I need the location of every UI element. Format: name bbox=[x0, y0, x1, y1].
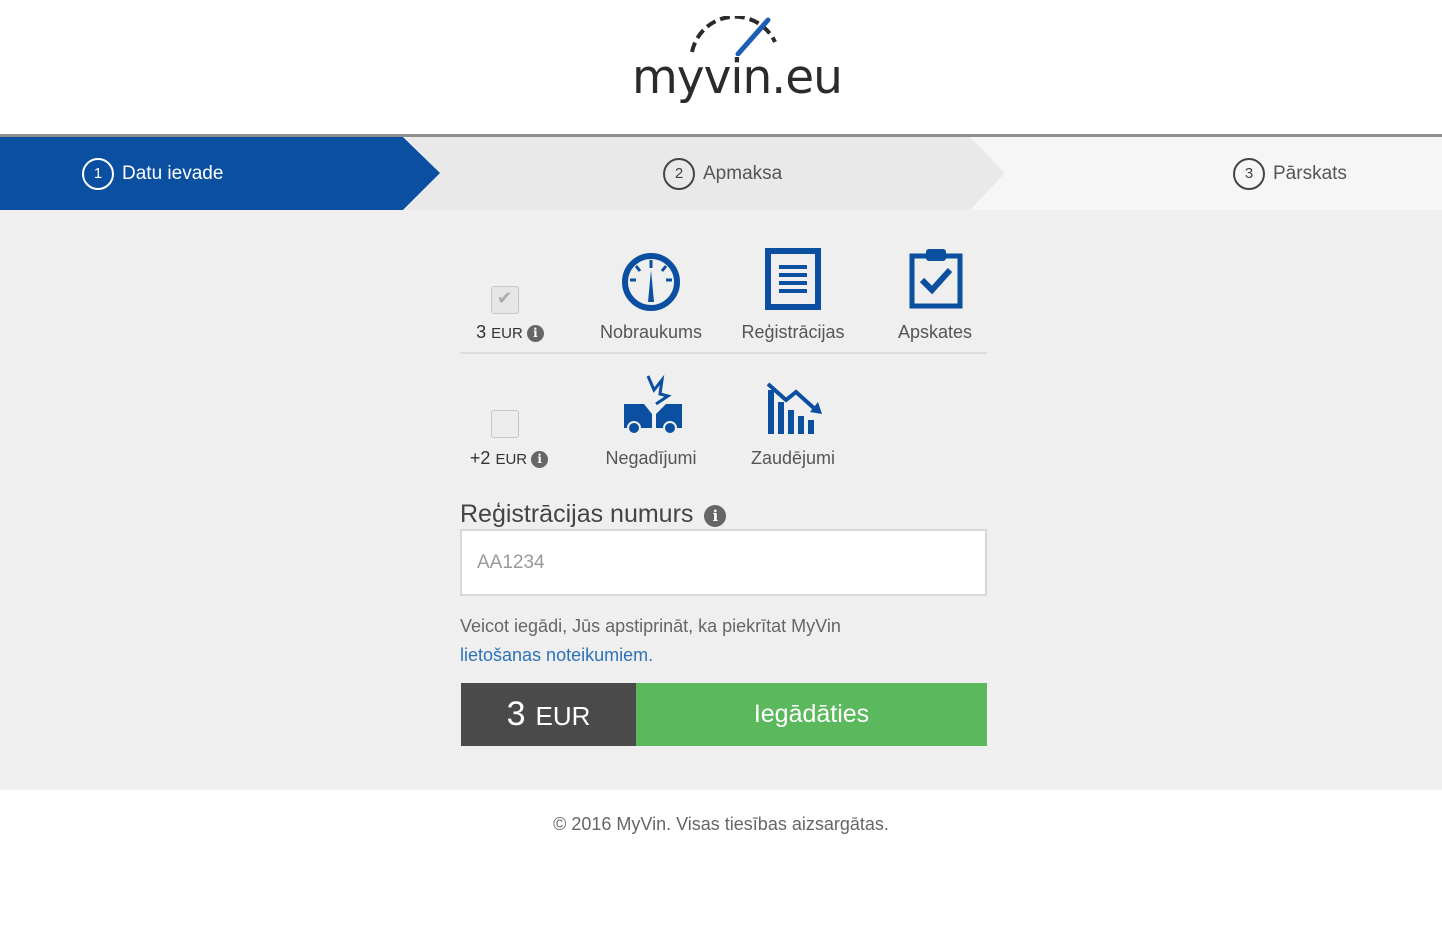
basic-package-checkbox[interactable]: ✔ bbox=[491, 286, 519, 314]
feature-label: Nobraukums bbox=[599, 322, 703, 342]
site-footer: © 2016 MyVin. Visas tiesības aizsargātas… bbox=[0, 790, 1442, 946]
order-form-area: ✔ 3 EUR i Nobraukums Reģistrācijas Apska… bbox=[0, 210, 1442, 790]
feature-accidents: Negadījumi bbox=[580, 370, 722, 480]
feature-damages: Zaudējumi bbox=[722, 370, 864, 480]
basic-package-select: ✔ 3 EUR i bbox=[460, 242, 560, 352]
checkout-steps: 1 Datu ievade 2 Apmaksa 3 Pārskats bbox=[0, 134, 1442, 210]
feature-mileage: Nobraukums bbox=[580, 242, 722, 352]
buy-button[interactable]: Iegādāties bbox=[636, 683, 987, 746]
extra-price-value: +2 bbox=[469, 448, 491, 468]
extra-package-checkbox[interactable] bbox=[491, 410, 519, 438]
basic-package-price: 3 EUR i bbox=[470, 322, 550, 343]
speedometer-icon bbox=[622, 253, 680, 311]
extra-package-row: +2 EUR i Negadījumi Zaudējumi bbox=[460, 370, 987, 480]
feature-registrations: Reģistrācijas bbox=[722, 242, 864, 352]
copyright-text: © 2016 MyVin. Visas tiesības aizsargātas… bbox=[553, 814, 889, 834]
clipboard-check-icon bbox=[909, 249, 963, 309]
extra-package-select: +2 EUR i bbox=[460, 370, 560, 480]
registration-label-text: Reģistrācijas numurs bbox=[460, 500, 694, 528]
site-header: myvin.eu bbox=[0, 0, 1442, 134]
info-icon[interactable]: i bbox=[704, 505, 727, 527]
step-payment: 2 Apmaksa bbox=[663, 137, 782, 210]
basic-price-currency: EUR bbox=[491, 325, 523, 342]
feature-label: Zaudējumi bbox=[750, 448, 836, 468]
chart-decline-icon bbox=[766, 382, 822, 434]
logo-text: myvin.eu bbox=[632, 50, 843, 105]
extra-price-currency: EUR bbox=[495, 451, 528, 468]
feature-label: Reģistrācijas bbox=[741, 322, 845, 342]
feature-label: Apskates bbox=[897, 322, 973, 342]
step-number-2: 2 bbox=[663, 157, 695, 190]
car-crash-icon bbox=[624, 374, 682, 435]
step-report: 3 Pārskats bbox=[1233, 137, 1347, 210]
check-icon: ✔ bbox=[497, 288, 513, 308]
terms-text: Veicot iegādi, Jūs apstiprināt, ka piekr… bbox=[460, 616, 841, 636]
info-icon[interactable]: i bbox=[526, 325, 544, 342]
step-number-3: 3 bbox=[1233, 157, 1265, 190]
registration-number-label: Reģistrācijas numurs i bbox=[460, 500, 727, 529]
step-data-entry: 1 Datu ievade bbox=[82, 137, 223, 210]
step-label-2: Apmaksa bbox=[703, 162, 783, 184]
extra-package-price: +2 EUR i bbox=[464, 448, 554, 469]
basic-price-value: 3 bbox=[476, 322, 487, 342]
feature-label: Negadījumi bbox=[605, 448, 697, 468]
total-price-value: 3 bbox=[506, 695, 526, 733]
basic-package-row: ✔ 3 EUR i Nobraukums Reģistrācijas Apska… bbox=[460, 242, 987, 354]
document-icon bbox=[765, 248, 821, 310]
registration-number-input[interactable] bbox=[460, 529, 987, 596]
step-label-3: Pārskats bbox=[1273, 162, 1347, 184]
step-label-1: Datu ievade bbox=[122, 162, 224, 184]
purchase-bar: 3 EUR Iegādāties bbox=[461, 683, 987, 746]
total-price-currency: EUR bbox=[535, 701, 591, 731]
terms-notice: Veicot iegādi, Jūs apstiprināt, ka piekr… bbox=[460, 612, 987, 670]
terms-link[interactable]: lietošanas noteikumiem. bbox=[460, 645, 653, 665]
info-icon[interactable]: i bbox=[531, 451, 549, 468]
feature-inspections: Apskates bbox=[864, 242, 1006, 352]
total-price: 3 EUR bbox=[461, 683, 636, 746]
step-number-1: 1 bbox=[82, 157, 114, 190]
myvin-logo[interactable]: myvin.eu bbox=[628, 14, 843, 114]
